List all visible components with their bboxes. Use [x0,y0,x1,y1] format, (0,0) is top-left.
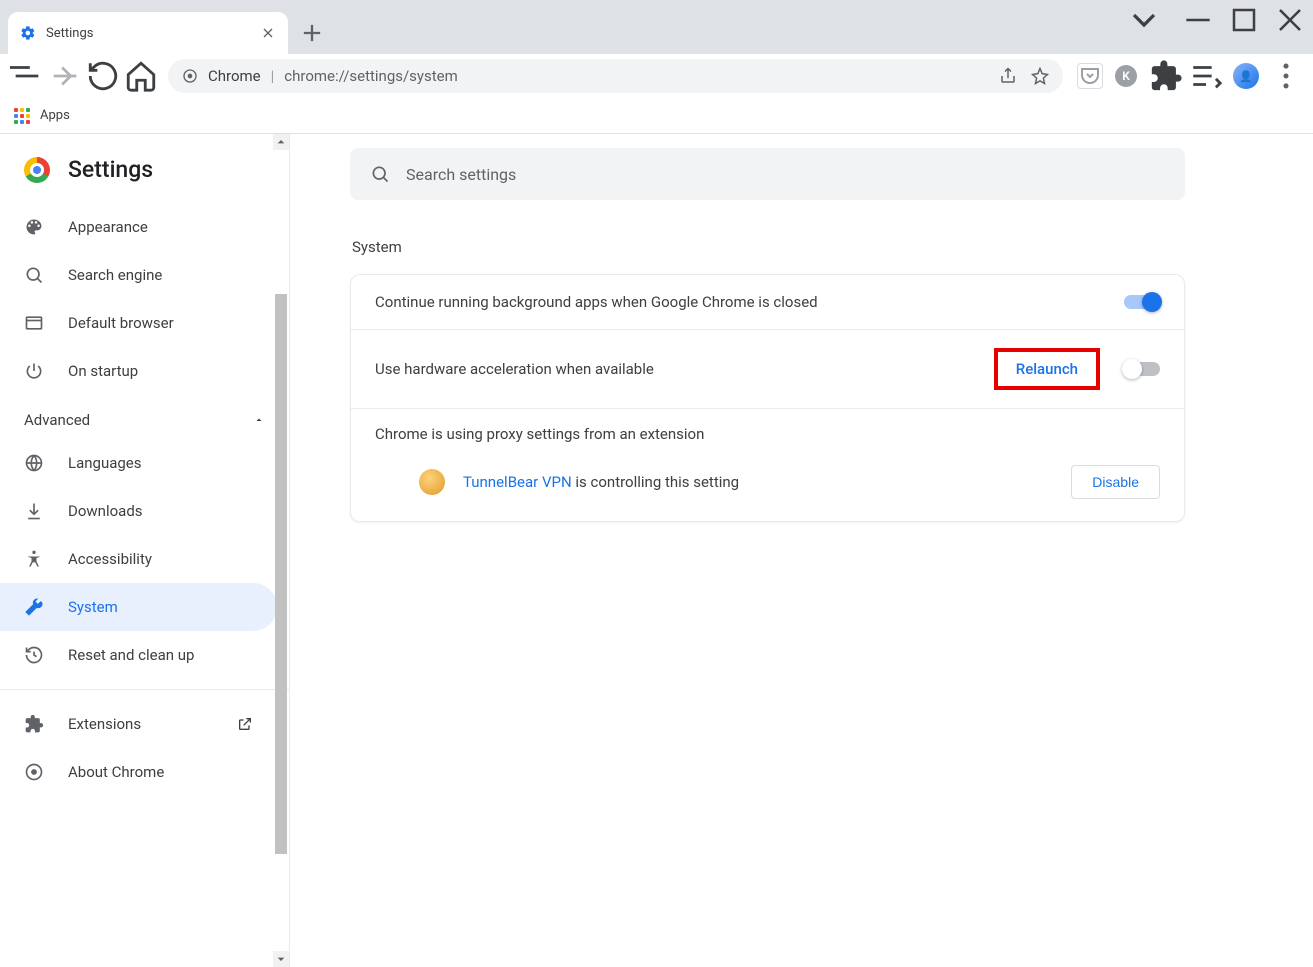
sidebar-item-downloads[interactable]: Downloads [0,487,277,535]
sidebar-item-label: Extensions [68,715,141,733]
omnibox-divider: | [271,67,275,85]
sidebar-section-advanced[interactable]: Advanced [0,395,289,439]
omnibox-url: chrome://settings/system [284,67,457,85]
proxy-extension-link[interactable]: TunnelBear VPN [463,473,572,491]
profile-avatar[interactable]: 👤 [1229,59,1263,93]
relaunch-button[interactable]: Relaunch [1016,360,1078,378]
minimize-button[interactable] [1175,0,1221,40]
chrome-logo-icon [24,157,50,183]
sidebar-item-on-startup[interactable]: On startup [0,347,277,395]
close-window-button[interactable] [1267,0,1313,40]
scroll-thumb[interactable] [275,294,287,854]
back-button[interactable] [10,59,44,93]
scroll-up-icon[interactable] [273,134,289,150]
sidebar-item-label: About Chrome [68,763,164,781]
sidebar-item-about[interactable]: About Chrome [0,748,277,796]
settings-sidebar: Settings Appearance Search engine Defaul… [0,134,290,967]
gear-icon [20,25,36,41]
maximize-button[interactable] [1221,0,1267,40]
reading-list-icon[interactable] [1189,59,1223,93]
proxy-label: Chrome is using proxy settings from an e… [375,425,1160,443]
sidebar-item-search-engine[interactable]: Search engine [0,251,277,299]
row-background-apps: Continue running background apps when Go… [351,275,1184,330]
globe-icon [24,453,44,473]
window-controls [1121,0,1313,40]
row-proxy: Chrome is using proxy settings from an e… [351,409,1184,521]
sidebar-item-label: Reset and clean up [68,646,194,664]
toggle-hardware-accel[interactable] [1124,362,1160,376]
page-title: Settings [68,156,153,183]
sidebar-item-label: Appearance [68,218,148,236]
chevron-up-icon [253,414,265,426]
share-icon[interactable] [999,67,1017,85]
sidebar-item-label: Downloads [68,502,143,520]
sidebar-item-label: System [68,598,118,616]
home-button[interactable] [124,59,158,93]
puzzle-icon [24,714,44,734]
browser-icon [24,313,44,333]
sidebar-item-system[interactable]: System [0,583,277,631]
search-settings-input[interactable]: Search settings [350,148,1185,200]
tunnelbear-icon [419,469,445,495]
settings-main: Search settings System Continue running … [290,134,1313,967]
bookmarks-bar: Apps [0,98,1313,134]
palette-icon [24,217,44,237]
tab-title: Settings [46,26,93,41]
sidebar-section-label: Advanced [24,411,90,429]
star-icon[interactable] [1031,67,1049,85]
sidebar-item-accessibility[interactable]: Accessibility [0,535,277,583]
accessibility-icon [24,549,44,569]
forward-button[interactable] [48,59,82,93]
power-icon [24,361,44,381]
extensions-icon[interactable] [1149,59,1183,93]
reload-button[interactable] [86,59,120,93]
chrome-page-icon [182,68,198,84]
sidebar-item-label: Default browser [68,314,174,332]
tab-strip: Settings [0,0,1313,54]
sidebar-item-languages[interactable]: Languages [0,439,277,487]
address-bar[interactable]: Chrome | chrome://settings/system [168,59,1063,93]
apps-icon[interactable] [14,108,30,124]
restore-icon [24,645,44,665]
row-hardware-accel: Use hardware acceleration when available… [351,330,1184,409]
sidebar-item-appearance[interactable]: Appearance [0,203,277,251]
section-title: System [352,238,1253,256]
sidebar-item-label: Search engine [68,266,162,284]
scrollbar[interactable] [273,134,289,967]
proxy-extension-desc: is controlling this setting [572,473,739,491]
sidebar-item-default-browser[interactable]: Default browser [0,299,277,347]
row-label: Continue running background apps when Go… [375,293,1124,311]
disable-button[interactable]: Disable [1071,465,1160,499]
sidebar-item-label: Accessibility [68,550,152,568]
search-icon [24,265,44,285]
system-card: Continue running background apps when Go… [350,274,1185,522]
chevron-down-icon[interactable] [1121,0,1167,40]
browser-tab[interactable]: Settings [8,12,288,54]
sidebar-item-label: Languages [68,454,142,472]
new-tab-button[interactable] [298,19,326,47]
open-in-new-icon [237,716,253,732]
search-placeholder: Search settings [406,165,516,184]
sidebar-item-label: On startup [68,362,138,380]
bookmarks-apps-label[interactable]: Apps [40,108,70,123]
sidebar-item-extensions[interactable]: Extensions [0,700,277,748]
scroll-down-icon[interactable] [273,951,289,967]
sidebar-item-reset[interactable]: Reset and clean up [0,631,277,679]
sidebar-divider [0,689,289,690]
pocket-icon[interactable] [1077,63,1103,89]
settings-header: Settings [0,148,289,203]
relaunch-highlight: Relaunch [994,348,1100,390]
wrench-icon [24,597,44,617]
toggle-background-apps[interactable] [1124,295,1160,309]
chrome-icon [24,762,44,782]
browser-toolbar: Chrome | chrome://settings/system K 👤 [0,54,1313,98]
kebab-menu-icon[interactable] [1269,59,1303,93]
close-icon[interactable] [260,25,276,41]
row-label: Use hardware acceleration when available [375,360,994,378]
extension-k-icon[interactable]: K [1109,59,1143,93]
search-icon [370,164,390,184]
download-icon [24,501,44,521]
omnibox-prefix: Chrome [208,67,261,85]
